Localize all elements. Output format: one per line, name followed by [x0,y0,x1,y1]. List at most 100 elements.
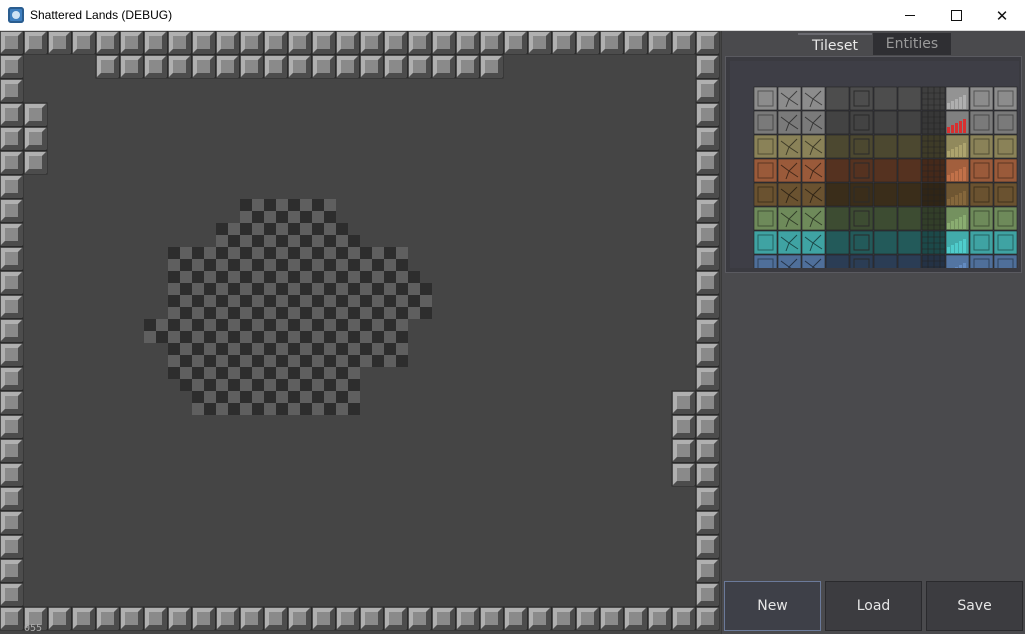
tileset-tile[interactable] [801,110,826,135]
tileset-tile[interactable] [897,158,922,183]
tileset-tile[interactable] [873,230,898,255]
tileset-tile[interactable] [801,206,826,231]
tileset-tile[interactable] [801,134,826,159]
tileset-tile[interactable] [921,254,946,268]
tileset-tile[interactable] [825,206,850,231]
tileset-tile[interactable] [993,230,1018,255]
tileset-tile[interactable] [753,110,778,135]
tileset-tile[interactable] [897,182,922,207]
tileset-tile[interactable] [897,86,922,111]
tileset-tile[interactable] [801,230,826,255]
tileset-tile[interactable] [897,110,922,135]
tileset-tile[interactable] [777,134,802,159]
tileset-tile[interactable] [993,134,1018,159]
tileset-tile[interactable] [753,134,778,159]
tileset-tile[interactable] [849,230,874,255]
new-button[interactable]: New [724,581,821,631]
tileset-tile[interactable] [993,86,1018,111]
map-grid[interactable] [0,31,721,634]
tileset-tile[interactable] [801,254,826,268]
tileset-tile[interactable] [825,110,850,135]
tileset-tile[interactable] [825,134,850,159]
tileset-tile[interactable] [849,254,874,268]
tileset-tile[interactable] [945,86,970,111]
tileset-tile[interactable] [873,86,898,111]
tileset-tile[interactable] [969,158,994,183]
tileset-tile[interactable] [897,254,922,268]
tileset-tile[interactable] [921,206,946,231]
tileset-tile[interactable] [801,86,826,111]
tileset-tile[interactable] [777,182,802,207]
tileset-tile[interactable] [993,182,1018,207]
tileset-tile[interactable] [945,110,970,135]
tileset-tile[interactable] [753,254,778,268]
tileset-tile[interactable] [969,230,994,255]
close-button[interactable]: ✕ [979,0,1025,31]
tileset-tile[interactable] [777,206,802,231]
tileset-tile[interactable] [993,254,1018,268]
tileset-tile[interactable] [993,158,1018,183]
tileset-tile[interactable] [825,158,850,183]
tileset-tile[interactable] [921,230,946,255]
save-button[interactable]: Save [926,581,1023,631]
tileset-tile[interactable] [897,206,922,231]
tileset-tile[interactable] [873,110,898,135]
tab-entities[interactable]: Entities [873,33,951,55]
tileset-tile[interactable] [849,110,874,135]
tab-tileset[interactable]: Tileset [798,33,872,57]
tileset-tile[interactable] [945,158,970,183]
tileset-tile[interactable] [825,86,850,111]
tileset-tile[interactable] [969,206,994,231]
tileset-tile[interactable] [753,86,778,111]
tileset-tile[interactable] [873,158,898,183]
tileset-tile[interactable] [777,110,802,135]
load-button[interactable]: Load [825,581,922,631]
tileset-tile[interactable] [825,254,850,268]
tileset-tile[interactable] [921,110,946,135]
minimize-button[interactable] [887,0,933,31]
tileset-tile[interactable] [825,230,850,255]
tileset-tile[interactable] [801,182,826,207]
tileset-tile[interactable] [849,158,874,183]
tileset-tile[interactable] [753,182,778,207]
tileset-tile[interactable] [945,230,970,255]
tileset-tile[interactable] [969,86,994,111]
tileset-tile[interactable] [897,230,922,255]
tileset-tile[interactable] [993,206,1018,231]
tileset-tile[interactable] [753,158,778,183]
tileset-tile[interactable] [945,206,970,231]
tileset-tile[interactable] [945,182,970,207]
tileset-tile[interactable] [873,254,898,268]
map-canvas[interactable] [0,31,721,634]
tileset-tile[interactable] [969,134,994,159]
tileset-tile[interactable] [849,86,874,111]
tileset-tile[interactable] [777,158,802,183]
tileset-tile[interactable] [921,158,946,183]
tileset-tile[interactable] [897,134,922,159]
tileset-tile[interactable] [921,86,946,111]
tileset-tile[interactable] [801,158,826,183]
tileset-tile[interactable] [777,230,802,255]
tileset-tile[interactable] [873,206,898,231]
tileset-tile[interactable] [993,110,1018,135]
tileset-tile[interactable] [753,230,778,255]
tileset-tile[interactable] [849,206,874,231]
tileset-tile[interactable] [969,110,994,135]
tileset-tile[interactable] [969,182,994,207]
tileset-tile[interactable] [849,134,874,159]
tileset-tile[interactable] [777,86,802,111]
tileset-grid[interactable] [730,61,1019,268]
maximize-button[interactable] [933,0,979,31]
tileset-tile[interactable] [825,182,850,207]
tileset-palette-inner[interactable] [730,61,1019,268]
tileset-tile[interactable] [777,254,802,268]
tileset-tile[interactable] [849,182,874,207]
tileset-tile[interactable] [945,134,970,159]
tileset-tile[interactable] [921,134,946,159]
tileset-tile[interactable] [753,206,778,231]
tileset-tile[interactable] [969,254,994,268]
tileset-tile[interactable] [945,254,970,268]
tileset-tile[interactable] [873,182,898,207]
tileset-tile[interactable] [921,182,946,207]
tileset-tile[interactable] [873,134,898,159]
